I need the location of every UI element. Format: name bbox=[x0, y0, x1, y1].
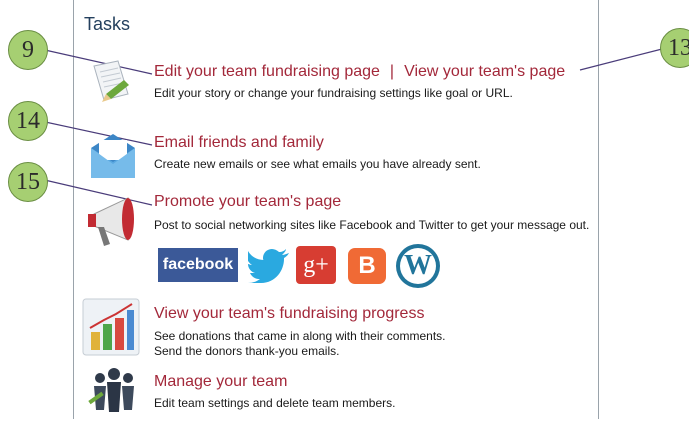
edit-task-title: Edit your team fundraising page | View you… bbox=[154, 63, 565, 81]
progress-description-line1: See donations that came in along with th… bbox=[154, 329, 446, 343]
document-pencil-icon bbox=[88, 58, 138, 113]
twitter-icon bbox=[247, 249, 289, 283]
edit-task-description: Edit your story or change your fundraisi… bbox=[154, 86, 513, 100]
callout-15: 15 bbox=[8, 162, 48, 202]
facebook-icon: facebook bbox=[162, 256, 234, 273]
bar-chart-icon bbox=[82, 298, 140, 361]
team-people-icon bbox=[86, 366, 142, 421]
edit-page-link[interactable]: Edit your team fundraising page bbox=[154, 63, 380, 80]
google-plus-button[interactable]: g+ bbox=[296, 246, 336, 284]
callout-14: 14 bbox=[8, 101, 48, 141]
promote-task-description: Post to social networking sites like Fac… bbox=[154, 218, 590, 232]
envelope-icon bbox=[88, 134, 138, 185]
callout-9: 9 bbox=[8, 30, 48, 70]
manage-task-description: Edit team settings and delete team membe… bbox=[154, 396, 396, 410]
email-task-description: Create new emails or see what emails you… bbox=[154, 157, 481, 171]
blogger-button[interactable]: B bbox=[348, 248, 386, 284]
wordpress-icon: W bbox=[400, 248, 436, 284]
progress-description-line2: Send the donors thank-you emails. bbox=[154, 344, 340, 358]
blogger-icon: B bbox=[358, 252, 376, 279]
progress-task-link[interactable]: View your team's fundraising progress bbox=[154, 305, 424, 323]
manage-task-link[interactable]: Manage your team bbox=[154, 373, 287, 391]
twitter-button[interactable] bbox=[247, 249, 290, 288]
megaphone-icon bbox=[84, 194, 142, 261]
wordpress-button[interactable]: W bbox=[396, 244, 440, 288]
facebook-button[interactable]: facebook bbox=[158, 248, 238, 282]
promote-task-link[interactable]: Promote your team's page bbox=[154, 193, 341, 211]
view-page-link[interactable]: View your team's page bbox=[404, 63, 565, 80]
email-task-link[interactable]: Email friends and family bbox=[154, 134, 324, 152]
title-separator: | bbox=[389, 63, 395, 80]
google-plus-icon: g+ bbox=[303, 252, 329, 278]
